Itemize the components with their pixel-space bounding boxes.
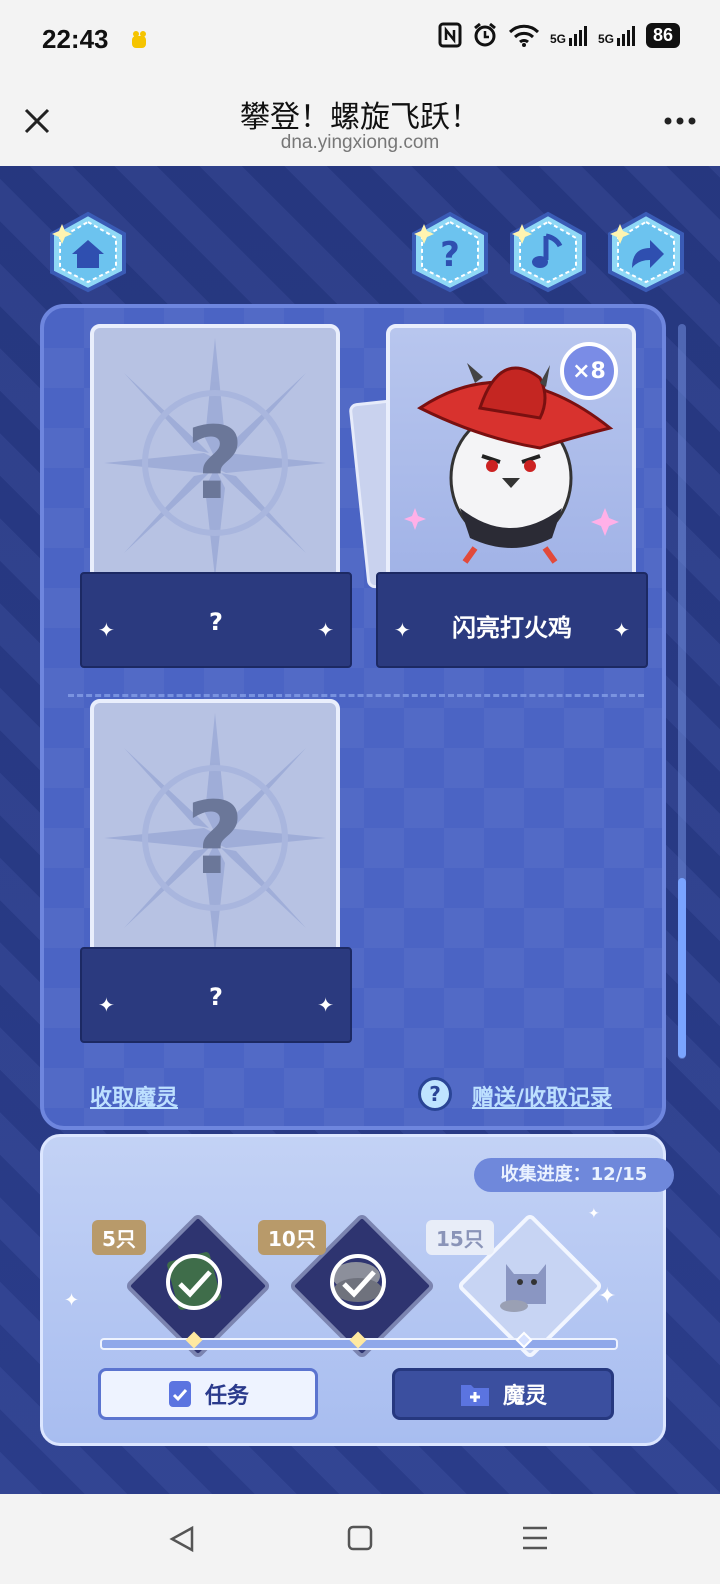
- help-button[interactable]: ?: [408, 210, 492, 294]
- page-title: 攀登！螺旋飞跃！: [240, 100, 480, 135]
- page-url: dna.yingxiong.com: [280, 132, 440, 153]
- status-bar: 22:43 5G 5G 86: [0, 0, 720, 76]
- folder-add-icon: [460, 1385, 489, 1406]
- document-check-icon: [168, 1381, 191, 1407]
- sparkle-icon: ✦: [588, 1206, 600, 1222]
- milestone-label: 10只: [258, 1220, 326, 1255]
- more-options-icon[interactable]: [660, 106, 700, 136]
- help-icon[interactable]: ?: [418, 1077, 452, 1111]
- battery-indicator: 86: [645, 22, 680, 48]
- card-name: ?: [209, 608, 223, 636]
- card-image: ?: [90, 324, 340, 604]
- nfc-icon: [438, 22, 462, 48]
- cat-reward-icon: [500, 1264, 546, 1312]
- count-badge: ×8: [560, 342, 618, 400]
- sparkle-icon: ✦: [598, 1284, 617, 1309]
- spirit-card-unknown[interactable]: ? ✦ ✦ ?: [80, 324, 352, 668]
- back-icon[interactable]: [168, 1524, 196, 1554]
- home-nav-icon[interactable]: [346, 1524, 374, 1552]
- spirit-button[interactable]: 魔灵: [392, 1368, 614, 1420]
- check-icon: [166, 1254, 222, 1310]
- scrollbar-thumb[interactable]: [678, 878, 686, 1058]
- check-icon: [330, 1254, 386, 1310]
- divider: [68, 694, 644, 697]
- milestone-label: 15只: [426, 1220, 494, 1255]
- collection-progress: 收集进度：12/15: [474, 1158, 674, 1192]
- clock: 22:43: [42, 24, 109, 54]
- notification-icon: [132, 31, 146, 48]
- signal-icon-2: 5G: [598, 24, 636, 46]
- question-icon: ?: [440, 235, 460, 275]
- card-name: ?: [209, 983, 223, 1011]
- signal-icon: 5G: [550, 24, 588, 46]
- home-button[interactable]: [46, 210, 130, 294]
- question-mark-icon: ?: [186, 405, 244, 522]
- menu-icon[interactable]: [520, 1524, 550, 1552]
- music-button[interactable]: [506, 210, 590, 294]
- game-area: ? ? ✦ ✦ ? ×8 ✦ ✦ 闪亮打火鸡 ? ✦ ✦ ? 收取魔灵 ? 赠送…: [0, 166, 720, 1494]
- card-image: ×8: [386, 324, 636, 604]
- browser-header: 攀登！螺旋飞跃！ dna.yingxiong.com: [0, 76, 720, 167]
- card-name: 闪亮打火鸡: [452, 614, 572, 642]
- sparkle-icon: ✦: [64, 1290, 80, 1311]
- alarm-icon: [474, 22, 496, 47]
- card-image: ?: [90, 699, 340, 979]
- wifi-icon: [508, 24, 539, 47]
- share-button[interactable]: [604, 210, 688, 294]
- records-link[interactable]: 赠送/收取记录: [472, 1080, 612, 1112]
- system-nav-bar: [0, 1494, 720, 1584]
- spirit-card-unknown[interactable]: ? ✦ ✦ ?: [80, 699, 352, 1043]
- milestone-label: 5只: [92, 1220, 146, 1255]
- receive-spirit-link[interactable]: 收取魔灵: [90, 1080, 178, 1112]
- question-mark-icon: ?: [186, 780, 244, 897]
- task-button[interactable]: 任务: [98, 1368, 318, 1420]
- spirit-card-turkey[interactable]: ×8 ✦ ✦ 闪亮打火鸡: [348, 324, 648, 668]
